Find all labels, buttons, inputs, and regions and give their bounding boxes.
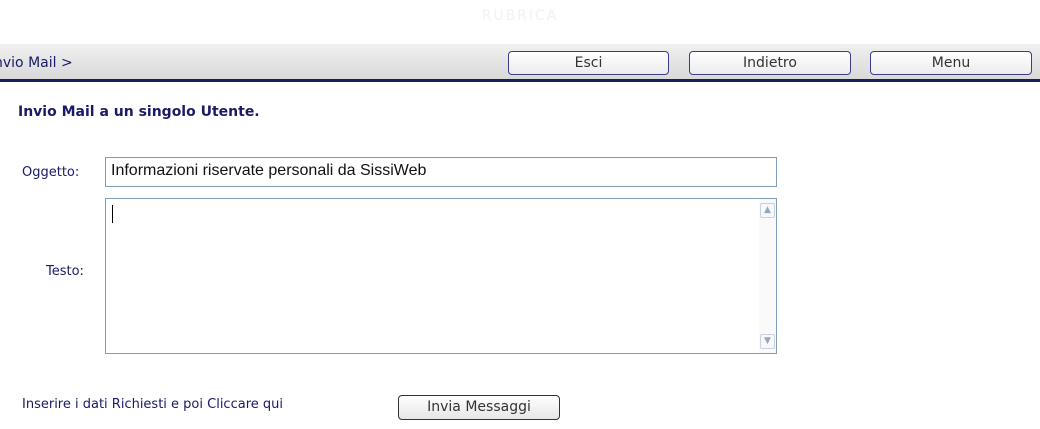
scroll-up-icon[interactable]: ▲	[760, 203, 775, 218]
body-label: Testo:	[46, 264, 84, 279]
instruction-text: Inserire i dati Richiesti e poi Cliccare…	[22, 397, 283, 412]
subject-label: Oggetto:	[22, 165, 80, 180]
body-textarea[interactable]: ▲ ▼	[105, 198, 777, 354]
scroll-down-icon[interactable]: ▼	[760, 334, 775, 349]
page-heading: Invio Mail a un singolo Utente.	[18, 104, 260, 120]
breadcrumb-label: nvio Mail >	[0, 55, 73, 71]
send-messages-button[interactable]: Invia Messaggi	[398, 395, 560, 420]
text-caret	[112, 205, 113, 223]
page-top-title: RUBRICA	[481, 8, 559, 24]
indietro-button[interactable]: Indietro	[689, 51, 851, 75]
vertical-scrollbar[interactable]: ▲ ▼	[759, 199, 776, 353]
breadcrumb: nvio Mail >	[0, 55, 200, 71]
subject-input[interactable]: Informazioni riservate personali da Siss…	[105, 157, 777, 187]
menu-button[interactable]: Menu	[870, 51, 1032, 75]
esci-button[interactable]: Esci	[508, 51, 669, 75]
mail-page: RUBRICA nvio Mail > Esci Indietro Menu I…	[0, 0, 1040, 429]
top-toolbar: nvio Mail > Esci Indietro Menu	[0, 44, 1040, 82]
